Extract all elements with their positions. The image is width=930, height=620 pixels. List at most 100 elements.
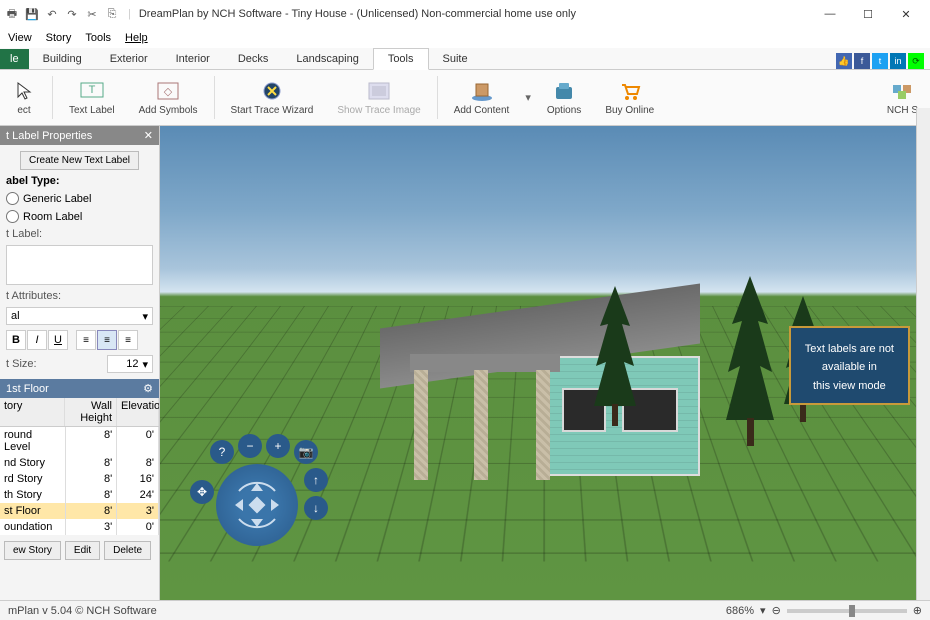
- text-size-label: t Size:: [6, 358, 37, 370]
- facebook-icon[interactable]: f: [854, 53, 870, 69]
- 3d-viewport[interactable]: Text labels are not available in this vi…: [160, 126, 930, 600]
- font-select[interactable]: al▾: [6, 307, 153, 325]
- tree-model[interactable]: [720, 276, 780, 446]
- tree-model[interactable]: [590, 286, 640, 426]
- underline-button[interactable]: U: [48, 330, 68, 350]
- save-icon[interactable]: 💾: [24, 6, 40, 22]
- tab-exterior[interactable]: Exterior: [96, 49, 162, 69]
- panel-close-icon[interactable]: ✕: [144, 129, 153, 142]
- zoom-out-button[interactable]: ⊖: [772, 604, 781, 617]
- cut-icon[interactable]: ✂: [84, 6, 100, 22]
- italic-button[interactable]: I: [27, 330, 47, 350]
- levels-table: tory Wall Height Elevation round Level8'…: [0, 398, 159, 535]
- zoom-dropdown-icon[interactable]: ▾: [760, 604, 766, 617]
- zoom-level: 686%: [726, 605, 754, 617]
- tab-suite[interactable]: Suite: [429, 49, 482, 69]
- ribbon-add-content[interactable]: Add Content: [442, 70, 522, 125]
- col-story[interactable]: tory: [0, 398, 65, 426]
- radio-room-label[interactable]: Room Label: [6, 210, 153, 223]
- twitter-icon[interactable]: t: [872, 53, 888, 69]
- trace-image-icon: [367, 79, 391, 103]
- tab-strip: le Building Exterior Interior Decks Land…: [0, 48, 930, 70]
- maximize-button[interactable]: ☐: [856, 4, 880, 24]
- minimize-button[interactable]: —: [818, 4, 842, 24]
- chevron-down-icon: ▾: [142, 310, 148, 323]
- symbols-icon: ◇: [156, 79, 180, 103]
- tab-building[interactable]: Building: [29, 49, 96, 69]
- menu-view[interactable]: View: [8, 32, 32, 44]
- zoom-in-button[interactable]: ⊕: [913, 604, 922, 617]
- nav-zoom-in-button[interactable]: +: [266, 434, 290, 458]
- view-mode-callout: Text labels are not available in this vi…: [789, 326, 910, 405]
- nav-down-button[interactable]: ↓: [304, 496, 328, 520]
- undo-icon[interactable]: ↶: [44, 6, 60, 22]
- ribbon-buy-online[interactable]: Buy Online: [593, 70, 666, 125]
- align-right-button[interactable]: ≡: [118, 330, 138, 350]
- tab-tools[interactable]: Tools: [373, 48, 429, 70]
- table-row[interactable]: oundation3'0': [0, 519, 159, 535]
- align-center-button[interactable]: ≡: [97, 330, 117, 350]
- table-row[interactable]: nd Story8'8': [0, 455, 159, 471]
- menu-tools[interactable]: Tools: [85, 32, 111, 44]
- nav-camera-button[interactable]: 📷: [294, 440, 318, 464]
- nav-up-button[interactable]: ↑: [304, 468, 328, 492]
- panel-header: t Label Properties ✕: [0, 126, 159, 145]
- ribbon-start-trace[interactable]: Start Trace Wizard: [219, 70, 326, 125]
- thumb-icon[interactable]: 👍: [836, 53, 852, 69]
- tab-interior[interactable]: Interior: [162, 49, 224, 69]
- close-button[interactable]: ✕: [894, 4, 918, 24]
- text-size-spinner[interactable]: 12 ▾: [107, 355, 153, 373]
- ribbon-select[interactable]: ect: [0, 70, 48, 125]
- add-content-dropdown[interactable]: ▾: [521, 91, 535, 104]
- text-label-field-label: t Label:: [6, 228, 153, 240]
- nav-orbit-disc[interactable]: [216, 464, 298, 546]
- table-row[interactable]: st Floor8'3': [0, 503, 159, 519]
- linkedin-icon[interactable]: in: [890, 53, 906, 69]
- col-wall-height[interactable]: Wall Height: [65, 398, 117, 426]
- menu-story[interactable]: Story: [46, 32, 72, 44]
- ribbon-options[interactable]: Options: [535, 70, 593, 125]
- levels-header: 1st Floor ⚙: [0, 379, 159, 398]
- ribbon-show-trace[interactable]: Show Trace Image: [325, 70, 432, 125]
- vertical-scrollbar[interactable]: [916, 108, 930, 600]
- nav-pan-button[interactable]: ✥: [190, 480, 214, 504]
- col-elevation[interactable]: Elevation: [117, 398, 159, 426]
- nav-zoom-out-button[interactable]: −: [238, 434, 262, 458]
- suite-icon: [890, 79, 914, 103]
- text-attributes-label: t Attributes:: [6, 290, 153, 302]
- options-icon: [552, 79, 576, 103]
- redo-icon[interactable]: ↷: [64, 6, 80, 22]
- menu-bar: View Story Tools Help: [0, 28, 930, 48]
- nav-help-button[interactable]: ?: [210, 440, 234, 464]
- label-type-heading: abel Type:: [6, 175, 153, 187]
- table-row[interactable]: round Level8'0': [0, 427, 159, 455]
- ribbon: ect T Text Label ◇ Add Symbols Start Tra…: [0, 70, 930, 126]
- text-label-icon: T: [80, 79, 104, 103]
- radio-generic-label[interactable]: Generic Label: [6, 192, 153, 205]
- align-left-button[interactable]: ≡: [76, 330, 96, 350]
- table-row[interactable]: th Story8'24': [0, 487, 159, 503]
- delete-story-button[interactable]: Delete: [104, 541, 151, 560]
- ribbon-text-label[interactable]: T Text Label: [57, 70, 127, 125]
- new-story-button[interactable]: ew Story: [4, 541, 61, 560]
- tab-file[interactable]: le: [0, 49, 29, 69]
- share-icon[interactable]: ⟳: [908, 53, 924, 69]
- bold-button[interactable]: B: [6, 330, 26, 350]
- edit-story-button[interactable]: Edit: [65, 541, 100, 560]
- tab-landscaping[interactable]: Landscaping: [282, 49, 372, 69]
- menu-help[interactable]: Help: [125, 32, 148, 44]
- text-label-input[interactable]: [6, 245, 153, 285]
- trace-wizard-icon: [260, 79, 284, 103]
- cursor-icon: [12, 79, 36, 103]
- status-bar: mPlan v 5.04 © NCH Software 686% ▾ ⊖ ⊕: [0, 600, 930, 620]
- zoom-slider[interactable]: [787, 609, 907, 613]
- svg-text:T: T: [88, 84, 95, 96]
- tab-decks[interactable]: Decks: [224, 49, 283, 69]
- ribbon-add-symbols[interactable]: ◇ Add Symbols: [127, 70, 210, 125]
- copy-icon[interactable]: ⎘: [104, 6, 120, 22]
- table-row[interactable]: rd Story8'16': [0, 471, 159, 487]
- print-icon[interactable]: 🖶: [4, 6, 20, 22]
- create-text-label-button[interactable]: Create New Text Label: [20, 151, 139, 170]
- navigation-disc: ? − + 📷 ✥ ↑ ↓: [190, 440, 330, 550]
- levels-settings-icon[interactable]: ⚙: [143, 382, 153, 395]
